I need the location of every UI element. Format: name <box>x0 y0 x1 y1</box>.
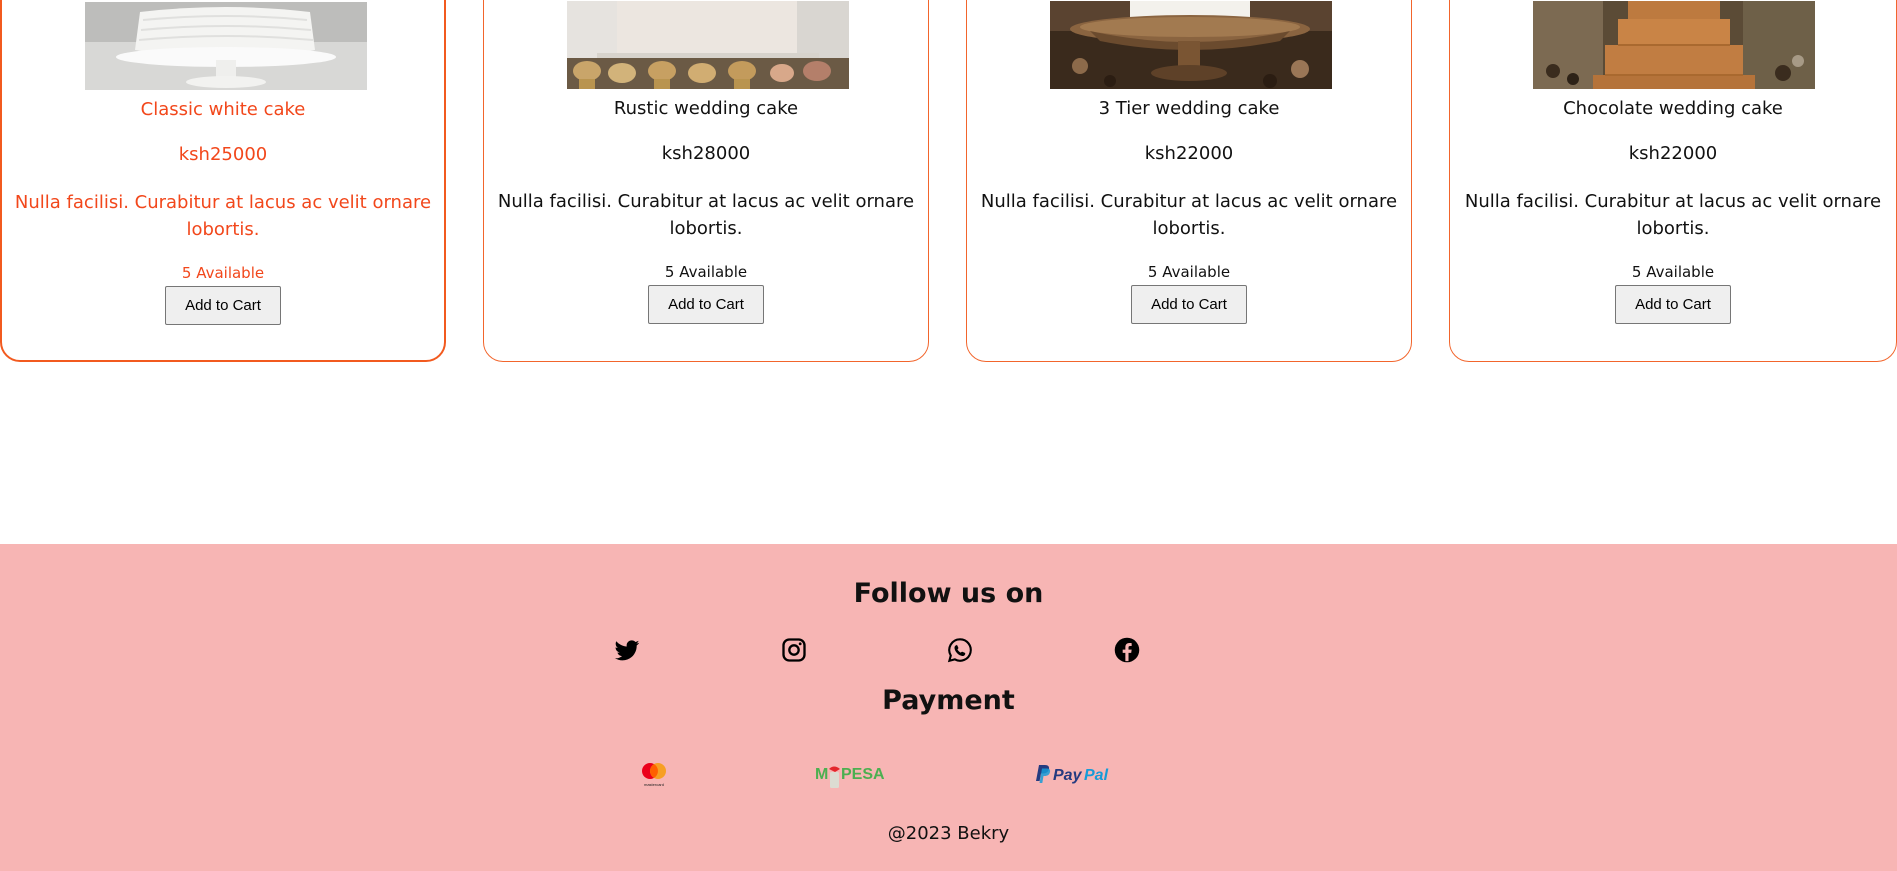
add-to-cart-button[interactable]: Add to Cart <box>648 285 764 324</box>
product-name[interactable]: Chocolate wedding cake <box>1450 98 1896 119</box>
availability-label: 5 Available <box>1631 263 1715 281</box>
payment-heading: Payment <box>882 685 1015 716</box>
mastercard-logo[interactable]: mastercard <box>638 759 670 789</box>
follow-us-heading: Follow us on <box>853 578 1044 609</box>
product-card-chocolate-wedding-cake[interactable]: Chocolate wedding cake ksh22000 Nulla fa… <box>1449 0 1897 362</box>
availability-label: 5 Available <box>664 263 748 281</box>
product-description: Nulla facilisi. Curabitur at lacus ac ve… <box>980 191 1398 239</box>
paypal-pal: Pal <box>1084 767 1109 784</box>
page: Classic white cake ksh25000 Nulla facili… <box>0 0 1897 871</box>
site-footer: Follow us on Payment mastercard M PESA P… <box>0 544 1897 871</box>
mpesa-suffix: PESA <box>841 766 885 783</box>
product-image-chocolate-wedding-cake[interactable] <box>1533 1 1815 89</box>
product-name[interactable]: 3 Tier wedding cake <box>967 98 1411 119</box>
facebook-icon[interactable] <box>1113 636 1141 664</box>
add-to-cart-button[interactable]: Add to Cart <box>165 286 281 325</box>
product-description: Nulla facilisi. Curabitur at lacus ac ve… <box>497 191 915 239</box>
product-price: ksh22000 <box>1628 143 1718 164</box>
product-price: ksh22000 <box>1144 143 1234 164</box>
paypal-pay: Pay <box>1053 767 1083 784</box>
availability-label: 5 Available <box>1147 263 1231 281</box>
product-name[interactable]: Classic white cake <box>2 99 444 120</box>
mpesa-prefix: M <box>815 766 828 783</box>
product-card-3-tier-wedding-cake[interactable]: 3 Tier wedding cake ksh22000 Nulla facil… <box>966 0 1412 362</box>
paypal-logo[interactable]: Pay Pal <box>1033 759 1115 789</box>
product-image-3-tier-wedding-cake[interactable] <box>1050 1 1332 89</box>
product-image-classic-white-cake[interactable] <box>85 2 367 90</box>
mastercard-caption: mastercard <box>644 782 664 787</box>
product-image-rustic-wedding-cake[interactable] <box>567 1 849 89</box>
instagram-icon[interactable] <box>780 636 808 664</box>
product-description: Nulla facilisi. Curabitur at lacus ac ve… <box>14 192 432 240</box>
twitter-icon[interactable] <box>613 636 641 664</box>
availability-label: 5 Available <box>181 264 265 282</box>
mpesa-logo[interactable]: M PESA <box>815 759 891 789</box>
product-price: ksh28000 <box>661 143 751 164</box>
add-to-cart-button[interactable]: Add to Cart <box>1131 285 1247 324</box>
product-description: Nulla facilisi. Curabitur at lacus ac ve… <box>1464 191 1882 239</box>
add-to-cart-button[interactable]: Add to Cart <box>1615 285 1731 324</box>
product-card-classic-white-cake[interactable]: Classic white cake ksh25000 Nulla facili… <box>0 0 446 362</box>
product-price: ksh25000 <box>178 144 268 165</box>
product-card-rustic-wedding-cake[interactable]: Rustic wedding cake ksh28000 Nulla facil… <box>483 0 929 362</box>
product-name[interactable]: Rustic wedding cake <box>484 98 928 119</box>
product-grid: Classic white cake ksh25000 Nulla facili… <box>0 0 1897 544</box>
whatsapp-icon[interactable] <box>946 636 974 664</box>
copyright-text: @2023 Bekry <box>887 823 1010 844</box>
